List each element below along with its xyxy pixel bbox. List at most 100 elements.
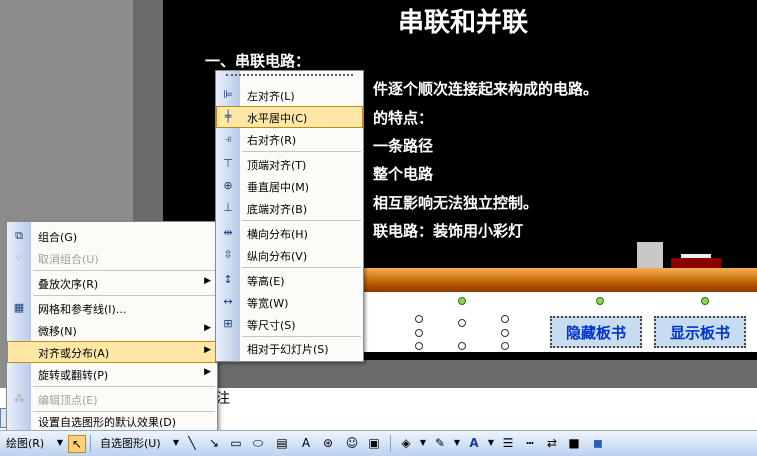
menu-item-label: 叠放次序(R) (38, 278, 99, 291)
menu-item-group[interactable]: ⧉ 组合(G) (7, 225, 217, 247)
menu-item-label: 顶端对齐(T) (247, 159, 307, 172)
dropdown-arrow-icon[interactable]: ▼ (483, 435, 499, 451)
eraser-shape[interactable] (671, 258, 721, 268)
arrow-tool-icon[interactable]: ↘ (206, 435, 222, 451)
menu-item-label: 等尺寸(S) (247, 319, 296, 332)
menu-item-same-width[interactable]: ↔ 等宽(W) (216, 291, 363, 313)
show-board-button[interactable]: 显示板书 (654, 316, 746, 348)
shadow-style-icon[interactable]: ■ (566, 435, 582, 451)
menu-item-same-size[interactable]: ⊞ 等尺寸(S) (216, 313, 363, 335)
menu-item-same-height[interactable]: ↕ 等高(E) (216, 269, 363, 291)
dropdown-arrow-icon[interactable]: ▼ (449, 435, 465, 451)
menu-item-align-right[interactable]: ⫣ 右对齐(R) (216, 128, 363, 150)
diagram-tool-icon[interactable]: ⊛ (320, 435, 336, 451)
selection-handle[interactable] (415, 329, 423, 337)
menu-item-align-left[interactable]: ⊫ 左对齐(L) (216, 84, 363, 106)
menu-item-align-center[interactable]: ╪ 水平居中(C) (216, 106, 363, 128)
menu-item-label: 垂直居中(M) (247, 181, 310, 194)
selection-handle[interactable] (458, 319, 466, 327)
selection-handle[interactable] (415, 342, 423, 350)
menu-item-align-bottom[interactable]: ⊥ 底端对齐(B) (216, 197, 363, 219)
3d-style-icon[interactable]: ◼ (590, 435, 606, 451)
submenu-arrow-icon: ▶ (204, 367, 211, 377)
menu-item-distribute-horizontal[interactable]: ⇹ 横向分布(H) (216, 222, 363, 244)
menu-item-order[interactable]: 叠放次序(R) ▶ (7, 272, 217, 294)
menu-item-label: 微移(N) (38, 325, 77, 338)
slide-text-line[interactable]: 一、串联电路： (205, 50, 310, 71)
menu-separator (242, 220, 361, 221)
menu-separator (33, 270, 215, 271)
menu-item-grid[interactable]: ▦ 网格和参考线(I)... (7, 297, 217, 319)
oval-tool-icon[interactable]: ⬭ (250, 435, 266, 451)
dash-style-icon[interactable]: ┅ (522, 435, 538, 451)
menu-item-distribute-vertical[interactable]: ⇳ 纵向分布(V) (216, 244, 363, 266)
menu-item-label: 纵向分布(V) (247, 250, 308, 263)
dropdown-arrow-icon[interactable]: ▼ (168, 435, 184, 451)
selection-handle[interactable] (415, 315, 423, 323)
autoshapes-button[interactable]: 自选图形(U) (100, 435, 161, 452)
selection-handle[interactable] (458, 342, 466, 350)
rotation-handle[interactable] (701, 297, 709, 305)
submenu-drag-grip[interactable] (226, 74, 353, 78)
menu-item-label: 对齐或分布(A) (38, 347, 110, 360)
menu-item-align-top[interactable]: ⊤ 顶端对齐(T) (216, 153, 363, 175)
fill-color-icon[interactable]: ◈ (398, 435, 414, 451)
menu-item-label: 底端对齐(B) (247, 203, 308, 216)
align-center-icon: ╪ (224, 110, 232, 123)
menu-item-label: 设置自选图形的默认效果(D) (38, 416, 177, 429)
arrow-style-icon[interactable]: ⇄ (544, 435, 560, 451)
menu-item-nudge[interactable]: 微移(N) ▶ (7, 319, 217, 341)
menu-item-label: 取消组合(U) (38, 253, 99, 266)
slide-text-line[interactable]: 一条路径 (373, 135, 433, 156)
menu-item-label: 编辑顶点(E) (38, 394, 98, 407)
menu-item-relative-to-slide[interactable]: 相对于幻灯片(S) (216, 337, 363, 359)
group-icon: ⧉ (15, 229, 23, 242)
slide-text-line[interactable]: 件逐个顺次连接起来构成的电路。 (373, 78, 598, 99)
selection-handle[interactable] (501, 342, 509, 350)
rotation-handle[interactable] (596, 297, 604, 305)
selection-handle[interactable] (501, 315, 509, 323)
line-tool-icon[interactable]: ╲ (184, 435, 200, 451)
menu-item-rotate-flip[interactable]: 旋转或翻转(P) ▶ (7, 363, 217, 385)
dropdown-arrow-icon[interactable]: ▼ (415, 435, 431, 451)
menu-item-edit-points[interactable]: ⁂ 编辑顶点(E) (7, 388, 217, 410)
align-distribute-submenu: ⊫ 左对齐(L) ╪ 水平居中(C) ⫣ 右对齐(R) ⊤ 顶端对齐(T) ⊕ … (215, 70, 364, 362)
slide-title[interactable]: 串联和并联 (163, 2, 757, 39)
menu-item-label: 横向分布(H) (247, 228, 308, 241)
clipart-tool-icon[interactable]: ☺ (344, 435, 360, 451)
selection-handle[interactable] (501, 329, 509, 337)
submenu-arrow-icon: ▶ (204, 323, 211, 333)
distribute-horizontal-icon: ⇹ (223, 226, 233, 239)
menu-item-align-middle[interactable]: ⊕ 垂直居中(M) (216, 175, 363, 197)
notes-text[interactable]: 注 (216, 388, 230, 408)
draw-menu-button[interactable]: 绘图(R) (6, 435, 44, 452)
same-size-icon: ⊞ (223, 317, 233, 330)
slide-text-line[interactable]: 相互影响无法独立控制。 (373, 192, 538, 213)
menu-separator (242, 151, 361, 152)
slide-text-line[interactable]: 的特点： (373, 107, 433, 128)
rectangle-tool-icon[interactable]: ▭ (228, 435, 244, 451)
drawing-toolbar: 绘图(R) ▼ ↖ 自选图形(U) ▼ ╲ ↘ ▭ ⬭ ▤ A ⊛ ☺ ▣ ◈ … (0, 430, 757, 456)
align-bottom-icon: ⊥ (223, 201, 233, 214)
line-color-icon[interactable]: ✎ (432, 435, 448, 451)
slide-text-line[interactable]: 联电路：装饰用小彩灯 (373, 220, 523, 241)
slide-text-line[interactable]: 整个电路 (373, 163, 433, 184)
select-pointer-icon[interactable]: ↖ (68, 435, 86, 453)
line-style-icon[interactable]: ☰ (500, 435, 516, 451)
menu-item-default-autoshape[interactable]: 设置自选图形的默认效果(D) (7, 410, 217, 432)
wordart-tool-icon[interactable]: A (298, 435, 314, 451)
menu-separator (242, 267, 361, 268)
hide-board-button[interactable]: 隐藏板书 (550, 316, 642, 348)
menu-item-label: 左对齐(L) (247, 90, 295, 103)
picture-tool-icon[interactable]: ▣ (366, 435, 382, 451)
distribute-vertical-icon: ⇳ (223, 248, 233, 261)
ungroup-icon: ⁘ (14, 251, 24, 264)
submenu-arrow-icon: ▶ (204, 345, 211, 355)
gray-shape[interactable] (637, 242, 663, 268)
textbox-tool-icon[interactable]: ▤ (274, 435, 290, 451)
menu-item-align-distribute[interactable]: 对齐或分布(A) ▶ (7, 341, 217, 363)
rotation-handle[interactable] (458, 297, 466, 305)
font-color-icon[interactable]: A (466, 435, 482, 451)
dropdown-arrow-icon[interactable]: ▼ (52, 435, 68, 451)
menu-item-ungroup[interactable]: ⁘ 取消组合(U) (7, 247, 217, 269)
